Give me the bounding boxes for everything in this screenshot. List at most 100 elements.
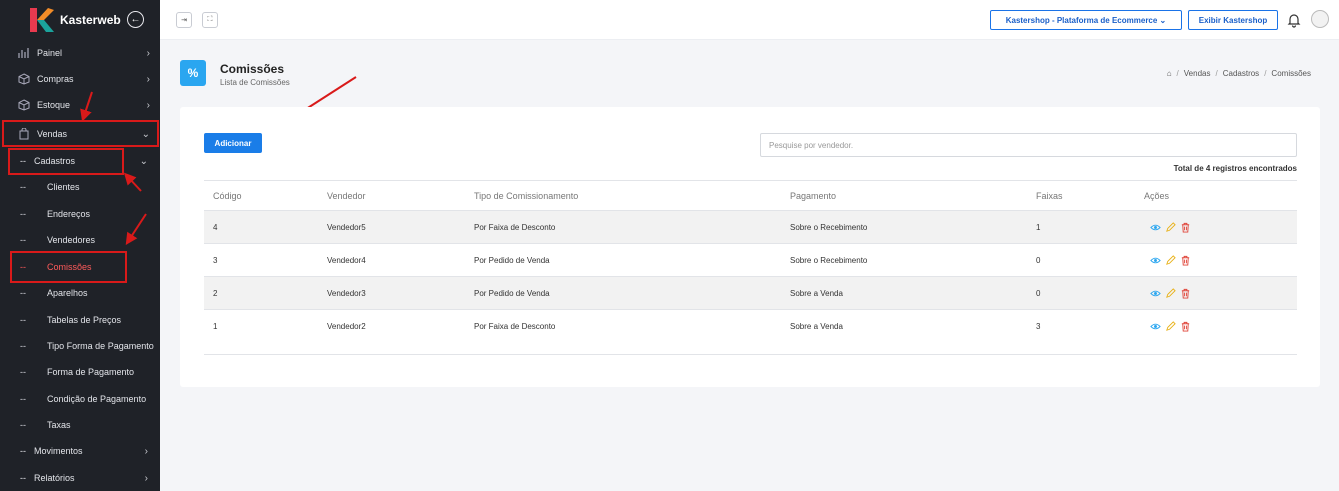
exit-icon[interactable]: ⇥ <box>176 12 192 28</box>
table-bottom-border <box>204 354 1297 355</box>
sidebar-item-compras[interactable]: Compras › <box>0 66 160 92</box>
chevron-right-icon: › <box>144 445 148 457</box>
add-button[interactable]: Adicionar <box>204 133 262 153</box>
tree-dash: -- <box>20 235 26 245</box>
sidebar-item-label: Aparelhos <box>47 288 88 298</box>
sidebar-item-tipo-forma-pagamento[interactable]: -- Tipo Forma de Pagamento <box>0 333 160 359</box>
cell-codigo: 1 <box>213 322 218 331</box>
exibir-kastershop-button[interactable]: Exibir Kastershop <box>1188 10 1278 30</box>
box-icon <box>18 73 30 85</box>
header-acoes: Ações <box>1144 190 1170 201</box>
table-row: 4 Vendedor5 Por Faixa de Desconto Sobre … <box>204 211 1297 244</box>
breadcrumb-item-cadastros[interactable]: Cadastros <box>1223 69 1259 78</box>
header-vendedor[interactable]: Vendedor <box>327 181 366 210</box>
annotation-box-vendas <box>2 120 159 147</box>
search-input[interactable]: Pesquise por vendedor. <box>760 133 1297 157</box>
collapse-sidebar-icon[interactable]: ← <box>127 11 144 28</box>
header-pagamento[interactable]: Pagamento <box>790 181 836 210</box>
row-actions <box>1150 277 1191 309</box>
sidebar-item-label: Forma de Pagamento <box>47 367 135 377</box>
sidebar: Kasterweb ← Painel › Compras › Estoque ›… <box>0 0 160 491</box>
sidebar-item-taxas[interactable]: -- Taxas <box>0 412 160 438</box>
kasterweb-logo <box>24 4 56 36</box>
cell-tipo: Por Pedido de Venda <box>474 255 550 265</box>
tree-dash: -- <box>20 315 26 325</box>
header-codigo[interactable]: Código <box>213 181 242 210</box>
store-select[interactable]: Kastershop - Plataforma de Ecommerce ⌄ <box>990 10 1182 30</box>
cell-pagamento: Sobre a Venda <box>790 288 843 298</box>
row-actions <box>1150 211 1191 243</box>
cell-vendedor: Vendedor3 <box>327 288 366 298</box>
breadcrumb: ⌂ / Vendas / Cadastros / Comissões <box>1167 69 1311 78</box>
eye-icon[interactable] <box>1150 222 1161 233</box>
sidebar-item-clientes[interactable]: -- Clientes <box>0 174 160 200</box>
breadcrumb-separator: / <box>1215 69 1218 78</box>
cell-tipo: Por Pedido de Venda <box>474 288 550 298</box>
cell-vendedor: Vendedor4 <box>327 255 366 265</box>
sidebar-item-tabelas-precos[interactable]: -- Tabelas de Preços <box>0 307 160 333</box>
sidebar-item-aparelhos[interactable]: -- Aparelhos <box>0 280 160 306</box>
sidebar-item-label: Tipo Forma de Pagamento <box>47 341 154 351</box>
cell-faixas: 0 <box>1036 255 1041 265</box>
cube-icon <box>18 99 30 111</box>
cell-codigo: 4 <box>213 222 218 232</box>
trash-icon[interactable] <box>1180 222 1191 233</box>
chevron-right-icon: › <box>146 99 150 111</box>
bell-icon[interactable] <box>1286 12 1302 28</box>
trash-icon[interactable] <box>1180 255 1191 266</box>
cell-faixas: 0 <box>1036 288 1041 298</box>
cell-tipo: Por Faixa de Desconto <box>474 322 556 331</box>
sidebar-item-vendedores[interactable]: -- Vendedores <box>0 227 160 253</box>
breadcrumb-item-comissoes: Comissões <box>1271 69 1311 78</box>
sidebar-item-estoque[interactable]: Estoque › <box>0 92 160 118</box>
eye-icon[interactable] <box>1150 255 1161 266</box>
avatar[interactable] <box>1311 10 1329 28</box>
header-faixas[interactable]: Faixas <box>1036 181 1063 210</box>
pencil-icon[interactable] <box>1165 254 1176 266</box>
chevron-down-icon: ⌄ <box>139 155 148 167</box>
tree-dash: -- <box>20 341 26 351</box>
sidebar-item-label: Estoque <box>37 100 71 110</box>
sidebar-item-forma-pagamento[interactable]: -- Forma de Pagamento <box>0 359 160 385</box>
table-row: 3 Vendedor4 Por Pedido de Venda Sobre o … <box>204 244 1297 277</box>
fullscreen-icon[interactable]: ⛶ <box>202 12 218 28</box>
chevron-right-icon: › <box>144 472 148 484</box>
sidebar-item-condicao-pagamento[interactable]: -- Condição de Pagamento <box>0 386 160 412</box>
trash-icon[interactable] <box>1180 288 1191 299</box>
sidebar-item-label: Painel <box>37 48 63 58</box>
cell-faixas: 3 <box>1036 322 1041 331</box>
sidebar-item-relatorios[interactable]: -- Relatórios › <box>0 465 160 491</box>
pencil-icon[interactable] <box>1165 221 1176 233</box>
breadcrumb-item-vendas[interactable]: Vendas <box>1184 69 1211 78</box>
page-title: Comissões <box>220 62 285 76</box>
annotation-box-comissoes <box>10 251 127 283</box>
pencil-icon[interactable] <box>1165 321 1176 332</box>
sidebar-item-enderecos[interactable]: -- Endereços <box>0 201 160 227</box>
tree-dash: -- <box>20 288 26 298</box>
tree-dash: -- <box>20 473 26 483</box>
cell-tipo: Por Faixa de Desconto <box>474 222 556 232</box>
sidebar-item-painel[interactable]: Painel › <box>0 40 160 66</box>
tree-dash: -- <box>20 394 26 404</box>
breadcrumb-separator: / <box>1264 69 1267 78</box>
eye-icon[interactable] <box>1150 288 1161 299</box>
home-icon[interactable]: ⌂ <box>1167 69 1172 78</box>
tree-dash: -- <box>20 209 26 219</box>
header-tipo-comissionamento[interactable]: Tipo de Comissionamento <box>474 181 578 210</box>
cell-pagamento: Sobre a Venda <box>790 322 843 331</box>
pencil-icon[interactable] <box>1165 287 1176 299</box>
sidebar-item-movimentos[interactable]: -- Movimentos › <box>0 438 160 464</box>
cell-codigo: 2 <box>213 288 218 298</box>
cell-pagamento: Sobre o Recebimento <box>790 222 868 232</box>
sidebar-item-label: Condição de Pagamento <box>47 394 147 404</box>
page-subtitle: Lista de Comissões <box>220 78 290 87</box>
chevron-right-icon: › <box>146 73 150 85</box>
tree-dash: -- <box>20 182 26 192</box>
tree-dash: -- <box>20 420 26 430</box>
sidebar-item-label: Vendedores <box>47 235 96 245</box>
total-records: Total de 4 registros encontrados <box>1173 164 1297 173</box>
eye-icon[interactable] <box>1150 321 1161 332</box>
trash-icon[interactable] <box>1180 321 1191 332</box>
brand: Kasterweb ← <box>0 0 160 40</box>
sidebar-item-label: Compras <box>37 74 74 84</box>
